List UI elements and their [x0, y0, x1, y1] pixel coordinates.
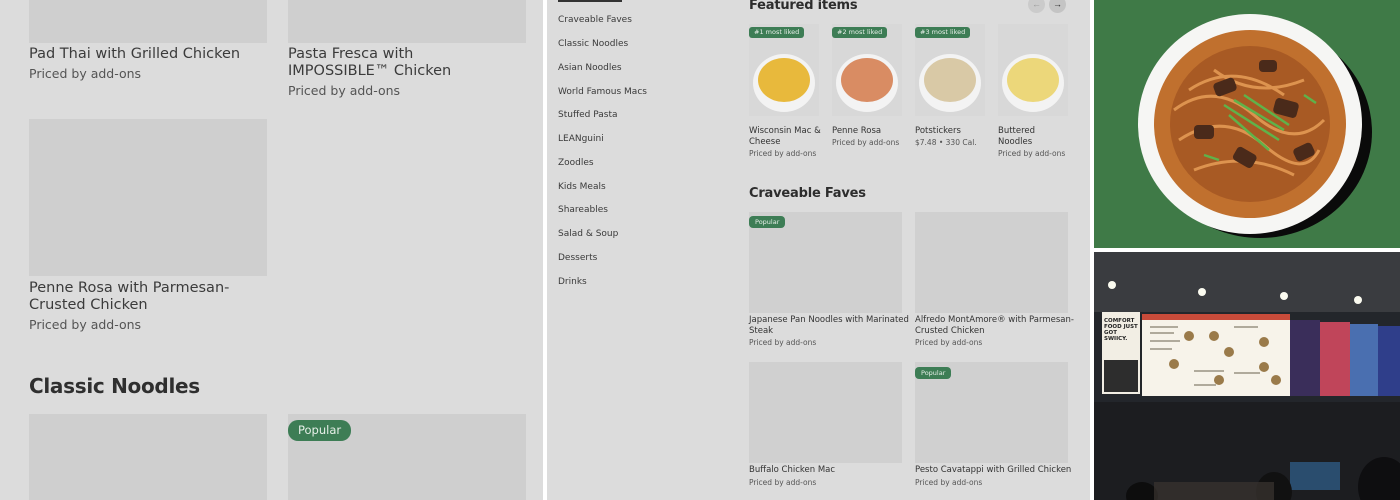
- featured-item-image[interactable]: [998, 24, 1068, 116]
- menu-board-panel: [1320, 322, 1350, 396]
- menu-board-panel: [1350, 324, 1378, 396]
- featured-item-price: Priced by add-ons: [998, 149, 1066, 158]
- featured-item-price: Priced by add-ons: [832, 138, 900, 147]
- menu-board-panel: [1290, 320, 1320, 396]
- menu-item-price: Priced by add-ons: [29, 66, 142, 81]
- menu-card-name[interactable]: Pesto Cavatappi with Grilled Chicken: [915, 465, 1075, 476]
- food-icon: [758, 58, 810, 102]
- nav-item-shareables[interactable]: Shareables: [558, 205, 608, 215]
- menu-board-panel: [1378, 326, 1400, 396]
- featured-item-image[interactable]: #3 most liked: [915, 24, 985, 116]
- menu-card-name[interactable]: Japanese Pan Noodles with Marinated Stea…: [749, 315, 909, 337]
- menu-item-price: Priced by add-ons: [29, 317, 142, 332]
- menu-item-price: Priced by add-ons: [288, 83, 401, 98]
- most-liked-badge: #3 most liked: [915, 27, 971, 38]
- nav-item-craveable-faves[interactable]: Craveable Faves: [558, 15, 632, 25]
- menu-item-image[interactable]: [288, 0, 526, 43]
- nav-item-kids-meals[interactable]: Kids Meals: [558, 182, 606, 192]
- restaurant-menu-panel-middle: Craveable Faves Classic Noodles Asian No…: [547, 0, 1090, 500]
- food-icon: [841, 58, 893, 102]
- most-liked-badge: #1 most liked: [749, 27, 805, 38]
- restaurant-menu-panel-left: Pad Thai with Grilled Chicken Priced by …: [0, 0, 543, 500]
- store-interior-photo: COMFORT FOOD JUST GOT SWIICY.: [1094, 252, 1400, 500]
- featured-item-name[interactable]: Buttered Noodles: [998, 126, 1070, 148]
- craveable-faves-heading: Craveable Faves: [749, 186, 866, 201]
- featured-item-name[interactable]: Wisconsin Mac & Cheese: [749, 126, 821, 148]
- featured-item-image[interactable]: #2 most liked: [832, 24, 902, 116]
- menu-card-price: Priced by add-ons: [915, 338, 983, 347]
- carousel-next-button[interactable]: →: [1049, 0, 1066, 13]
- featured-items-heading: Featured items: [749, 0, 858, 13]
- featured-item-name[interactable]: Penne Rosa: [832, 126, 904, 137]
- menu-item-name[interactable]: Penne Rosa with Parmesan-Crusted Chicken: [29, 280, 269, 314]
- menu-item-name[interactable]: Pasta Fresca with IMPOSSIBLE™ Chicken: [288, 46, 518, 80]
- popular-badge: Popular: [915, 367, 952, 379]
- featured-item-price: $7.48 • 330 Cal.: [915, 138, 977, 147]
- nav-item-world-famous-macs[interactable]: World Famous Macs: [558, 87, 647, 97]
- kitchen-counter: [1154, 482, 1274, 500]
- menu-card-image[interactable]: [915, 212, 1068, 313]
- food-icon: [1007, 58, 1059, 102]
- menu-item-image[interactable]: [29, 414, 267, 500]
- nav-item-leanguini[interactable]: LEANguini: [558, 134, 604, 144]
- menu-card-image[interactable]: [749, 362, 902, 463]
- menu-card-name[interactable]: Buffalo Chicken Mac: [749, 465, 909, 476]
- ceiling-light-icon: [1354, 296, 1362, 304]
- promo-poster-photo: [1104, 360, 1138, 392]
- ceiling-light-icon: [1108, 281, 1116, 289]
- menu-card-name[interactable]: Alfredo MontAmore® with Parmesan-Crusted…: [915, 315, 1075, 337]
- store-interior-illustration: [1094, 252, 1400, 500]
- ceiling-light-icon: [1198, 288, 1206, 296]
- noodle-bowl-illustration: [1138, 14, 1372, 238]
- carousel-prev-button[interactable]: ←: [1028, 0, 1045, 13]
- nav-item-salad-soup[interactable]: Salad & Soup: [558, 229, 618, 239]
- nav-item-drinks[interactable]: Drinks: [558, 277, 587, 287]
- nav-item-stuffed-pasta[interactable]: Stuffed Pasta: [558, 110, 618, 120]
- nav-active-indicator: [558, 0, 622, 2]
- featured-item-price: Priced by add-ons: [749, 149, 817, 158]
- section-heading: Classic Noodles: [29, 374, 200, 398]
- noodle-bowl-photo: [1094, 0, 1400, 248]
- nav-item-asian-noodles[interactable]: Asian Noodles: [558, 63, 622, 73]
- pos-screen: [1290, 462, 1340, 490]
- menu-item-image[interactable]: [29, 119, 267, 276]
- featured-item-image[interactable]: #1 most liked: [749, 24, 819, 116]
- featured-item-name[interactable]: Potstickers: [915, 126, 987, 137]
- ceiling: [1094, 252, 1400, 312]
- menu-card-price: Priced by add-ons: [749, 338, 817, 347]
- most-liked-badge: #2 most liked: [832, 27, 888, 38]
- nav-item-desserts[interactable]: Desserts: [558, 253, 597, 263]
- food-icon: [924, 58, 976, 102]
- popular-badge: Popular: [288, 420, 352, 441]
- ceiling-light-icon: [1280, 292, 1288, 300]
- nav-item-classic-noodles[interactable]: Classic Noodles: [558, 39, 628, 49]
- menu-item-image[interactable]: [29, 0, 267, 43]
- promo-poster-text: COMFORT FOOD JUST GOT SWIICY.: [1104, 318, 1138, 342]
- menu-card-price: Priced by add-ons: [915, 478, 983, 487]
- menu-item-name[interactable]: Pad Thai with Grilled Chicken: [29, 46, 269, 63]
- menu-card-price: Priced by add-ons: [749, 478, 817, 487]
- popular-badge: Popular: [749, 216, 786, 228]
- nav-item-zoodles[interactable]: Zoodles: [558, 158, 594, 168]
